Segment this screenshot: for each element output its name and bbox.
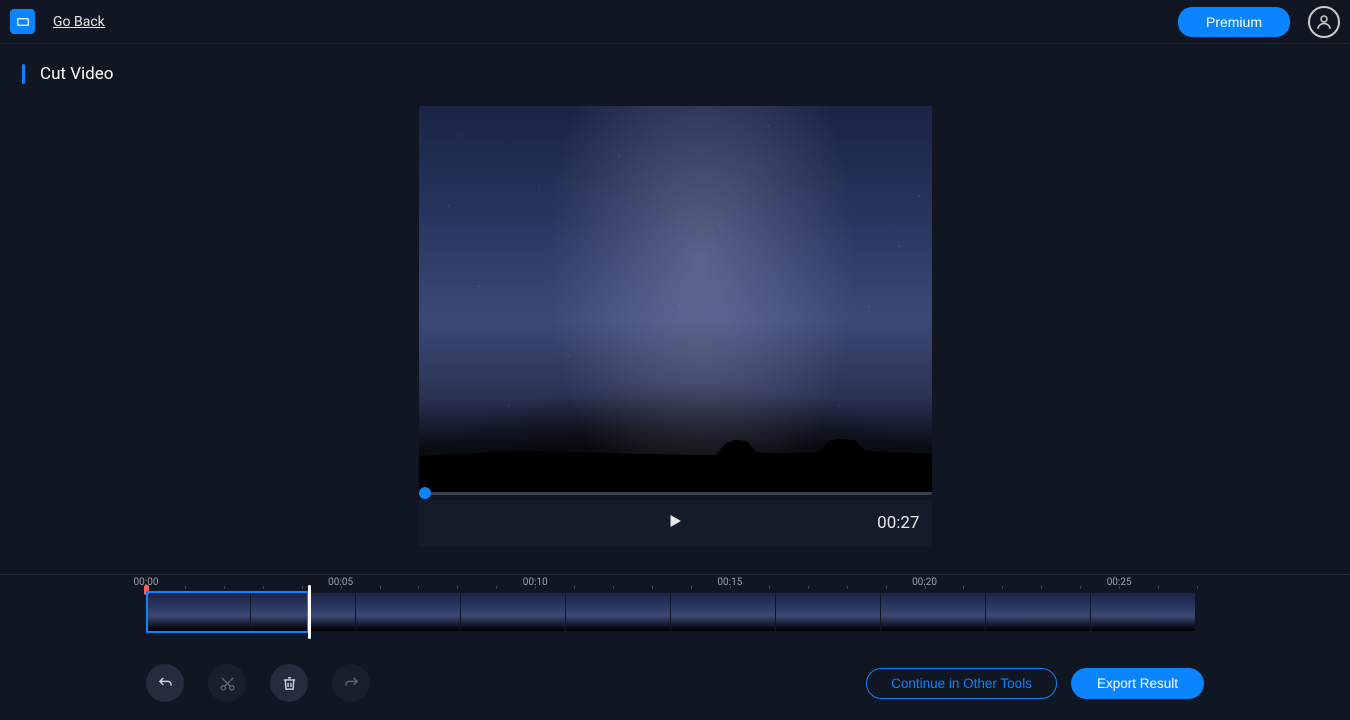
- title-accent-bar: [22, 64, 25, 84]
- selection-start-marker[interactable]: [144, 585, 149, 595]
- progress-handle[interactable]: [419, 487, 431, 499]
- bottom-toolbar: Continue in Other Tools Export Result: [0, 664, 1350, 702]
- export-result-button[interactable]: Export Result: [1071, 668, 1204, 699]
- timeline-ruler[interactable]: 00:0000:0500:1000:1500:2000:25: [0, 574, 1350, 588]
- video-progress[interactable]: [419, 488, 932, 500]
- play-button[interactable]: [666, 512, 684, 534]
- continue-other-tools-button[interactable]: Continue in Other Tools: [866, 668, 1057, 699]
- timeline-thumbnail[interactable]: [776, 593, 880, 631]
- app-logo-icon: [10, 9, 35, 34]
- timeline: 00:0000:0500:1000:1500:2000:25: [0, 574, 1350, 639]
- timeline-thumbnail[interactable]: [356, 593, 460, 631]
- timeline-clips[interactable]: [0, 593, 1350, 639]
- timeline-thumbnail[interactable]: [1091, 593, 1195, 631]
- redo-button[interactable]: [332, 664, 370, 702]
- cut-button[interactable]: [208, 664, 246, 702]
- undo-button[interactable]: [146, 664, 184, 702]
- user-avatar[interactable]: [1308, 6, 1340, 38]
- page-title: Cut Video: [40, 64, 113, 84]
- timeline-thumbnail[interactable]: [566, 593, 670, 631]
- video-frame[interactable]: [419, 106, 932, 492]
- section-header: Cut Video: [0, 44, 1350, 94]
- duration-label: 00:27: [877, 513, 919, 533]
- timeline-thumbnail[interactable]: [986, 593, 1090, 631]
- timeline-thumbnail[interactable]: [461, 593, 565, 631]
- go-back-link[interactable]: Go Back: [53, 14, 105, 30]
- video-preview-area: 00:27: [419, 106, 932, 546]
- header: Go Back Premium: [0, 0, 1350, 44]
- timeline-thumbnail[interactable]: [146, 593, 250, 631]
- player-controls: 00:27: [419, 500, 932, 546]
- timeline-thumbnail[interactable]: [881, 593, 985, 631]
- premium-button[interactable]: Premium: [1178, 7, 1290, 37]
- delete-button[interactable]: [270, 664, 308, 702]
- timeline-thumbnail[interactable]: [251, 593, 355, 631]
- timeline-thumbnail[interactable]: [671, 593, 775, 631]
